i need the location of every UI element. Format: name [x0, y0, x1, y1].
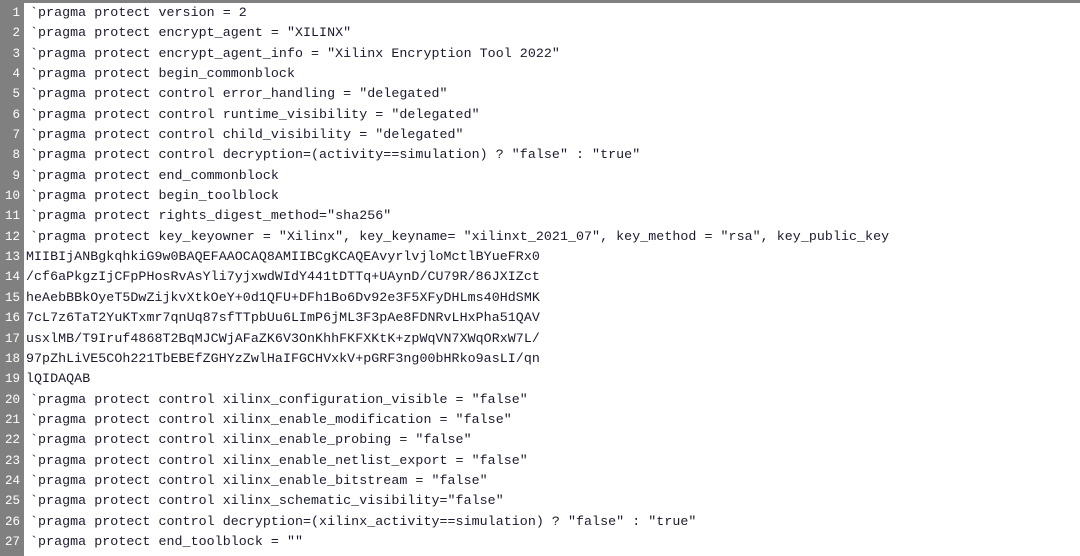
line-number[interactable]: 17: [0, 328, 24, 349]
code-line[interactable]: 16 7cL7z6TaT2YuKTxmr7qnUq87sfTTpbUu6LImP6…: [0, 308, 1080, 329]
line-number[interactable]: 20: [0, 389, 24, 410]
code-line[interactable]: 25 `pragma protect control xilinx_schemat…: [0, 491, 1080, 512]
line-number[interactable]: 26: [0, 511, 24, 532]
line-number[interactable]: 16: [0, 308, 24, 329]
code-line-text[interactable]: `pragma protect begin_commonblock: [24, 64, 1080, 84]
code-line[interactable]: 13 MIIBIjANBgkqhkiG9w0BAQEFAAOCAQ8AMIIBCg…: [0, 247, 1080, 268]
line-number[interactable]: 11: [0, 206, 24, 227]
code-line[interactable]: 20 `pragma protect control xilinx_configu…: [0, 389, 1080, 410]
line-number[interactable]: 24: [0, 470, 24, 492]
line-number[interactable]: 4: [0, 64, 24, 85]
line-number[interactable]: 10: [0, 186, 24, 207]
line-number[interactable]: 18: [0, 348, 24, 370]
code-line[interactable]: 3 `pragma protect encrypt_agent_info = "X…: [0, 43, 1080, 65]
code-line[interactable]: 17 usxlMB/T9Iruf4868T2BqMJCWjAFaZK6V3OnKh…: [0, 328, 1080, 349]
line-number[interactable]: 5: [0, 84, 24, 105]
code-line-text[interactable]: `pragma protect key_keyowner = "Xilinx",…: [24, 227, 1080, 247]
code-line-base64-text[interactable]: /cf6aPkgzIjCFpPHosRvAsYli7yjxwdWIdY441tD…: [24, 267, 1080, 287]
code-line-text[interactable]: `pragma protect end_toolblock = "": [24, 532, 1080, 552]
code-editor-view: 1 `pragma protect version = 2 2 `pragma pro…: [0, 0, 1080, 556]
line-number[interactable]: 25: [0, 491, 24, 512]
code-line-text[interactable]: `pragma protect control decryption=(xili…: [24, 512, 1080, 532]
line-number[interactable]: 7: [0, 125, 24, 146]
code-line-text[interactable]: `pragma protect control xilinx_enable_ne…: [24, 451, 1080, 471]
code-line-text[interactable]: `pragma protect begin_toolblock: [24, 186, 1080, 206]
line-number[interactable]: 9: [0, 165, 24, 187]
code-line[interactable]: 1 `pragma protect version = 2: [0, 3, 1080, 24]
line-number[interactable]: 6: [0, 104, 24, 126]
code-line-text[interactable]: `pragma protect end_commonblock: [24, 166, 1080, 186]
code-line[interactable]: 22 `pragma protect control xilinx_enable_…: [0, 430, 1080, 451]
code-line[interactable]: 23 `pragma protect control xilinx_enable_…: [0, 450, 1080, 471]
code-line[interactable]: 2 `pragma protect encrypt_agent = "XILINX…: [0, 23, 1080, 44]
code-line-text[interactable]: `pragma protect control xilinx_enable_mo…: [24, 410, 1080, 430]
line-number[interactable]: 13: [0, 247, 24, 268]
code-content-area[interactable]: 1 `pragma protect version = 2 2 `pragma pro…: [0, 3, 1080, 556]
code-line-text[interactable]: `pragma protect control xilinx_enable_pr…: [24, 430, 1080, 450]
code-line-base64-text[interactable]: 97pZhLiVE5COh221TbEBEfZGHYzZwlHaIFGCHVxk…: [24, 349, 1080, 369]
line-number[interactable]: 19: [0, 369, 24, 390]
code-line[interactable]: 24 `pragma protect control xilinx_enable_…: [0, 470, 1080, 492]
line-number[interactable]: 15: [0, 287, 24, 309]
code-line[interactable]: 27 `pragma protect end_toolblock = "": [0, 531, 1080, 553]
code-line-text[interactable]: `pragma protect encrypt_agent_info = "Xi…: [24, 44, 1080, 64]
code-line[interactable]: 21 `pragma protect control xilinx_enable_…: [0, 409, 1080, 431]
line-number[interactable]: 12: [0, 226, 24, 248]
code-line-base64-text[interactable]: 7cL7z6TaT2YuKTxmr7qnUq87sfTTpbUu6LImP6jM…: [24, 308, 1080, 328]
code-line-text[interactable]: `pragma protect rights_digest_method="sh…: [24, 206, 1080, 226]
code-line[interactable]: 15 heAebBBkOyeT5DwZijkvXtkOeY+0d1QFU+DFh1…: [0, 287, 1080, 309]
line-number[interactable]: 21: [0, 409, 24, 431]
code-line[interactable]: 10 `pragma protect begin_toolblock: [0, 186, 1080, 207]
line-number[interactable]: 1: [0, 3, 24, 24]
code-line[interactable]: 11 `pragma protect rights_digest_method="…: [0, 206, 1080, 227]
code-line[interactable]: 5 `pragma protect control error_handling …: [0, 84, 1080, 105]
code-line-base64-text[interactable]: MIIBIjANBgkqhkiG9w0BAQEFAAOCAQ8AMIIBCgKC…: [24, 247, 1080, 267]
code-line-text[interactable]: `pragma protect version = 2: [24, 3, 1080, 23]
line-number[interactable]: 14: [0, 267, 24, 288]
code-line[interactable]: 9 `pragma protect end_commonblock: [0, 165, 1080, 187]
code-line-text[interactable]: `pragma protect control runtime_visibili…: [24, 105, 1080, 125]
code-line-base64-text[interactable]: heAebBBkOyeT5DwZijkvXtkOeY+0d1QFU+DFh1Bo…: [24, 288, 1080, 308]
line-number[interactable]: 8: [0, 145, 24, 166]
code-line[interactable]: 18 97pZhLiVE5COh221TbEBEfZGHYzZwlHaIFGCHV…: [0, 348, 1080, 370]
line-number[interactable]: 3: [0, 43, 24, 65]
code-line[interactable]: 26 `pragma protect control decryption=(xi…: [0, 511, 1080, 532]
code-line-text[interactable]: `pragma protect control xilinx_schematic…: [24, 491, 1080, 511]
line-number[interactable]: 22: [0, 430, 24, 451]
code-line-text[interactable]: `pragma protect control child_visibility…: [24, 125, 1080, 145]
code-line-text[interactable]: `pragma protect control error_handling =…: [24, 84, 1080, 104]
code-line-text[interactable]: `pragma protect control xilinx_enable_bi…: [24, 471, 1080, 491]
code-line[interactable]: 14/cf6aPkgzIjCFpPHosRvAsYli7yjxwdWIdY441…: [0, 267, 1080, 288]
line-number[interactable]: 2: [0, 23, 24, 44]
code-line[interactable]: 7 `pragma protect control child_visibilit…: [0, 125, 1080, 146]
code-line-text[interactable]: `pragma protect control decryption=(acti…: [24, 145, 1080, 165]
code-line-text[interactable]: `pragma protect control xilinx_configura…: [24, 390, 1080, 410]
code-line[interactable]: 8 `pragma protect control decryption=(act…: [0, 145, 1080, 166]
code-line[interactable]: 4 `pragma protect begin_commonblock: [0, 64, 1080, 85]
line-number[interactable]: 27: [0, 531, 24, 553]
code-line[interactable]: 12 `pragma protect key_keyowner = "Xilinx…: [0, 226, 1080, 248]
code-line[interactable]: 6 `pragma protect control runtime_visibil…: [0, 104, 1080, 126]
code-line[interactable]: 19 lQIDAQAB: [0, 369, 1080, 390]
code-line-base64-text[interactable]: lQIDAQAB: [24, 369, 1080, 389]
code-line-text[interactable]: `pragma protect encrypt_agent = "XILINX": [24, 23, 1080, 43]
code-line-base64-text[interactable]: usxlMB/T9Iruf4868T2BqMJCWjAFaZK6V3OnKhhF…: [24, 329, 1080, 349]
line-number[interactable]: 23: [0, 450, 24, 471]
